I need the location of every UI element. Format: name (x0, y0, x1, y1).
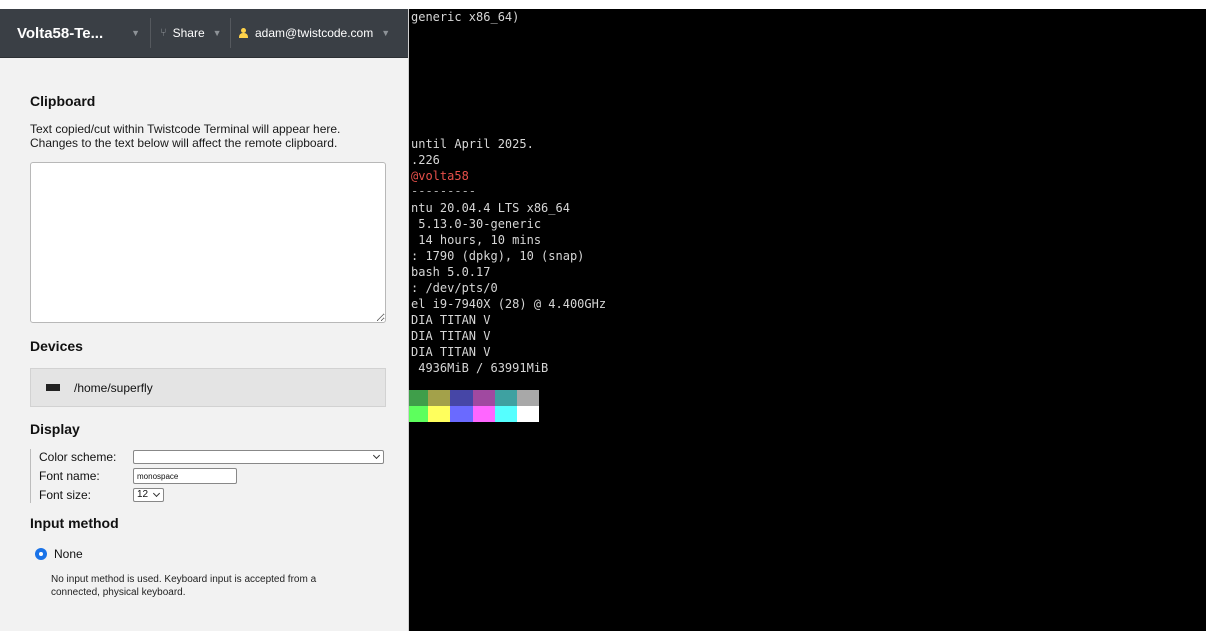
color-swatch (428, 406, 451, 422)
terminal-line: @volta58 (411, 169, 469, 183)
terminal-line: 4936MiB / 63991MiB (411, 361, 549, 375)
terminal-line: DIA TITAN V (411, 329, 491, 343)
color-swatch (450, 390, 473, 406)
color-swatch (406, 390, 429, 406)
user-menu-button[interactable]: adam@twistcode.com ▼ (231, 9, 400, 58)
drive-icon (46, 384, 60, 391)
input-method-description: No input method is used. Keyboard input … (51, 573, 361, 599)
chevron-down-icon: ▼ (131, 28, 140, 38)
input-method-none-option[interactable]: None (35, 547, 384, 561)
session-menu-button[interactable]: Volta58-Te... ▼ (0, 9, 150, 58)
terminal-line: 5.13.0-30-generic (411, 217, 542, 231)
clipboard-heading: Clipboard (30, 93, 96, 109)
input-method-heading: Input method (30, 515, 119, 531)
input-method-none-label: None (54, 547, 83, 561)
display-settings: Color scheme: Font name: monospace Font … (30, 449, 384, 503)
color-swatch (472, 406, 495, 422)
chevron-down-icon: ▼ (212, 28, 222, 38)
device-label: /home/superfly (74, 380, 153, 395)
devices-heading: Devices (30, 338, 83, 354)
chevron-down-icon: ▼ (381, 28, 391, 38)
terminal-line: el i9-7940X (28) @ 4.400GHz (411, 297, 607, 311)
color-swatch (428, 390, 451, 406)
color-swatch (450, 406, 473, 422)
terminal-line: until April 2025. (411, 137, 534, 151)
terminal-line: --------- (411, 184, 477, 198)
terminal-line: DIA TITAN V (411, 345, 491, 359)
user-icon (239, 28, 248, 38)
font-name-input[interactable]: monospace (133, 468, 237, 484)
color-swatch (472, 390, 495, 406)
color-swatch (494, 390, 517, 406)
font-size-label: Font size: (39, 488, 92, 502)
input-method-description-line: connected, physical keyboard. (51, 587, 186, 598)
terminal-line: 14 hours, 10 mins (411, 233, 542, 247)
terminal-line: bash 5.0.17 (411, 265, 491, 279)
color-swatch (516, 390, 540, 406)
clipboard-textarea[interactable] (30, 162, 386, 323)
session-title: Volta58-Te... (17, 24, 104, 42)
share-button[interactable]: ⑂ Share ▼ (151, 9, 230, 58)
terminal-line: DIA TITAN V (411, 313, 491, 327)
user-email: adam@twistcode.com (255, 26, 374, 40)
terminal-line: : /dev/pts/0 (411, 281, 498, 295)
color-palette-bright (406, 406, 540, 422)
input-method-description-line: No input method is used. Keyboard input … (51, 574, 317, 585)
font-name-label: Font name: (39, 469, 100, 483)
color-palette-dark (406, 390, 540, 406)
radio-selected-icon[interactable] (35, 548, 47, 560)
terminal-line: .226 (411, 153, 440, 167)
color-scheme-label: Color scheme: (39, 450, 117, 464)
clipboard-description: Text copied/cut within Twistcode Termina… (30, 122, 384, 150)
terminal-line: ntu 20.04.4 LTS x86_64 (411, 201, 570, 215)
share-label: Share (172, 26, 205, 40)
device-item[interactable]: /home/superfly (30, 368, 386, 407)
color-swatch (516, 406, 540, 422)
terminal-line: : 1790 (dpkg), 10 (snap) (411, 249, 585, 263)
display-heading: Display (30, 421, 80, 437)
font-size-select[interactable]: 12 (133, 488, 164, 502)
clipboard-description-line: Changes to the text below will affect th… (30, 136, 338, 150)
clipboard-description-line: Text copied/cut within Twistcode Termina… (30, 122, 341, 136)
settings-sidebar: Volta58-Te... ▼ ⑂ Share ▼ adam@twistcode… (0, 9, 409, 631)
terminal-line: generic x86_64) (411, 10, 520, 24)
color-swatch (494, 406, 517, 422)
color-scheme-select[interactable] (132, 450, 384, 464)
color-swatch (406, 406, 429, 422)
share-icon: ⑂ (160, 27, 167, 39)
top-toolbar: Volta58-Te... ▼ ⑂ Share ▼ adam@twistcode… (0, 9, 408, 58)
